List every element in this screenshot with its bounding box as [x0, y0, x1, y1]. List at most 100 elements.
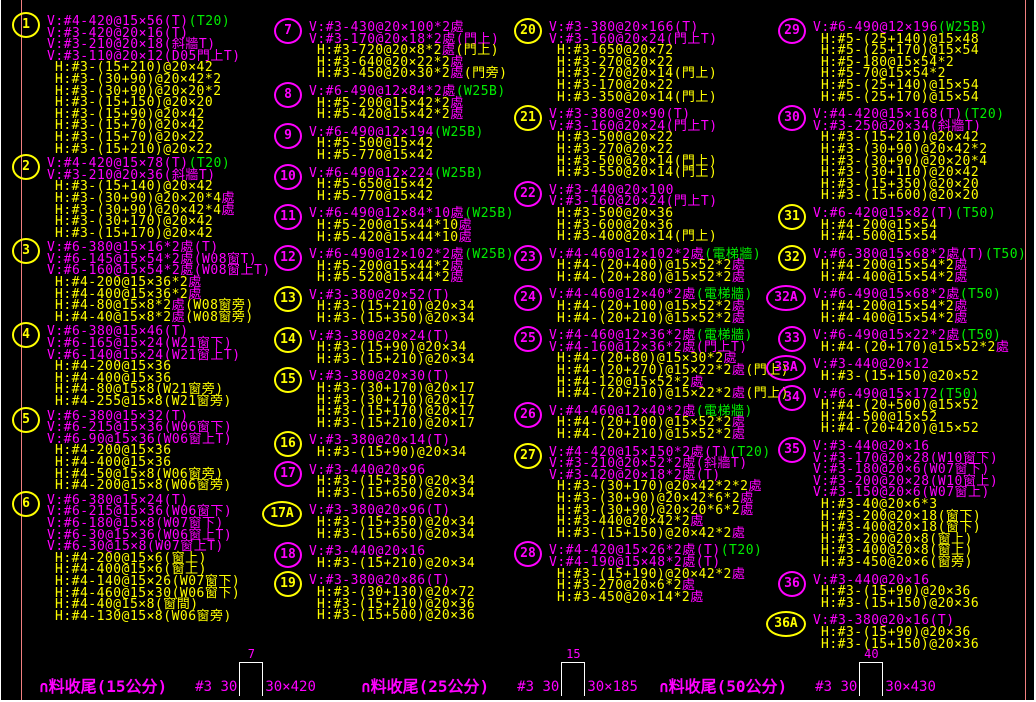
rebar-lines: V:#6-420@15×82(T)(T50)H:#4-200@15×54H:#4… [813, 208, 1036, 243]
rebar-line: H:#5-(25+170)@15×54 [813, 92, 1036, 104]
rebar-text-segment: H:#3-(15+650)@20×34 [317, 486, 475, 501]
item-number-badge: 5 [12, 407, 40, 433]
rebar-text-segment: 處 [450, 270, 464, 285]
rebar-lines: V:#3-440@20×12H:#3-(15+150)@20×52 [813, 359, 1036, 382]
rebar-lines: V:#4-460@12×40*2處(電梯牆)H:#4-(20+100)@15×5… [549, 406, 811, 441]
rebar-text-segment: (W08窗旁) [185, 310, 254, 325]
staple-shape-group: 40 [859, 648, 883, 696]
rebar-text-segment: H:#5-770@15×42 [317, 148, 434, 163]
rebar-lines: V:#4-420@15×26*2處(T)(T20)V:#4-190@15×48*… [549, 545, 811, 603]
staple-shape-icon [239, 662, 263, 696]
rebar-text-segment: 處 [690, 590, 704, 605]
rebar-line: H:#3-(15+210)@20×22 [47, 144, 309, 156]
rebar-item-36: 36V:#3-440@20×16H:#3-(15+90)@20×36H:#3-(… [813, 575, 1036, 610]
item-number-badge: 7 [274, 18, 302, 44]
item-number-badge: 14 [274, 327, 302, 353]
item-number-badge: 20 [514, 18, 542, 44]
rebar-lines: V:#3-440@20×100V:#3-160@20×24(門上T)H:#3-5… [549, 185, 811, 243]
item-number-badge: 13 [274, 286, 302, 312]
rebar-item-33A: 33AV:#3-440@20×12H:#3-(15+150)@20×52 [813, 359, 1036, 382]
rebar-item-30: 30V:#4-420@15×168(T)(T20)V:#3-250@20×34(… [813, 109, 1036, 202]
rebar-item-35: 35V:#3-440@20×16V:#3-170@20×28(W10窗下)V:#… [813, 441, 1036, 569]
legend-size: 30×185 [587, 678, 638, 696]
legend-label: ∩料收尾(25公分) [361, 678, 489, 696]
rebar-line: H:#3-(15+600)@20×20 [813, 190, 1036, 202]
rebar-text-segment: H:#3-(15+150)@20×52 [821, 369, 979, 384]
legend-item-15cm: ∩料收尾(15公分) #3 30 7 30×420 [39, 648, 316, 696]
legend-item-50cm: ∩料收尾(50公分) #3 30 40 30×430 [659, 648, 936, 696]
rebar-text-segment: H:#4-200@15×8(W06窗旁) [55, 478, 232, 493]
rebar-text-segment: H:#4-(20+210)@15×22*2 [557, 386, 732, 401]
rebar-text-segment: H:#5-520@15×44*2 [317, 270, 450, 285]
rebar-text-segment: H:#4-(20+280)@15×52*2 [557, 270, 732, 285]
rebar-text-segment: H:#3-(15+210)@20×17 [317, 416, 475, 431]
item-number-badge: 22 [514, 181, 542, 207]
rebar-lines: V:#6-490@12×194(W25B)H:#5-500@15×42H:#5-… [309, 127, 571, 162]
rebar-lines: V:#4-420@15×150*2處(T)(T20)V:#3-210@20×52… [549, 447, 811, 540]
rebar-text-segment: H:#4-(20+170)@15×52*2 [821, 340, 996, 355]
rebar-text-segment: H:#4-400@15×54*2 [821, 270, 954, 285]
rebar-line: H:#3-450@20×30*2處(門旁) [309, 68, 571, 80]
rebar-line: H:#4-(20+420)@15×52 [813, 423, 1036, 435]
staple-top-dimension: 7 [248, 648, 255, 660]
rebar-item-36A: 36AV:#3-380@20×16(T)H:#3-(15+90)@20×36H:… [813, 615, 1036, 650]
drawing-frame: 1V:#4-420@15×56(T)(T20)V:#3-420@20×16(T)… [0, 0, 1036, 702]
rebar-line: H:#4-(20+210)@15×52*2處 [549, 313, 811, 325]
rebar-text-segment: 處 [450, 66, 464, 81]
rebar-item-4: 4V:#6-380@15×46(T)V:#6-165@15×24(W21窗下)V… [47, 326, 309, 407]
rebar-column-4: 29V:#6-490@12×196(W25B)H:#5-(25+140)@15×… [813, 22, 1036, 656]
rebar-line: H:#3-350@20×14(門上) [549, 92, 811, 104]
item-number-badge: 8 [274, 82, 302, 108]
rebar-text-segment: H:#3-450@20×14*2 [557, 590, 690, 605]
item-number-badge: 3 [12, 238, 40, 264]
item-number-badge: 30 [778, 105, 806, 131]
rebar-item-26: 26V:#4-460@12×40*2處(電梯牆)H:#4-(20+100)@15… [549, 406, 811, 441]
rebar-column-3: 20V:#3-380@20×166(T)V:#3-160@20×24(門上T)H… [549, 22, 811, 609]
rebar-column-1: 1V:#4-420@15×56(T)(T20)V:#3-420@20×16(T)… [47, 16, 309, 625]
frame-inner-line-left [21, 0, 22, 700]
rebar-text-segment: H:#5-420@15×42*2 [317, 107, 450, 122]
staple-shape-icon [561, 662, 585, 696]
rebar-text-segment: H:#5-770@15×42 [317, 189, 434, 204]
rebar-text-segment: H:#4-40@15×8*2 [55, 310, 172, 325]
rebar-lines: V:#6-380@15×46(T)V:#6-165@15×24(W21窗下)V:… [47, 326, 309, 407]
item-number-badge: 26 [514, 402, 542, 428]
item-number-badge: 36 [778, 571, 806, 597]
rebar-line: H:#4-200@15×8(W06窗旁) [47, 480, 309, 492]
rebar-lines: V:#6-490@15×172(T50)H:#4-(20+500)@15×52H… [813, 389, 1036, 435]
rebar-line: H:#3-450@20×14*2處 [549, 592, 811, 604]
rebar-item-34: 34V:#6-490@15×172(T50)H:#4-(20+500)@15×5… [813, 389, 1036, 435]
staple-top-dimension: 15 [566, 648, 580, 660]
rebar-text-segment: H:#3-(15+600)@20×20 [821, 188, 979, 203]
item-number-badge: 6 [12, 491, 40, 517]
rebar-text-segment: H:#3-450@20×30*2 [317, 66, 450, 81]
rebar-text-segment: 處 [732, 363, 746, 378]
rebar-text-segment: H:#3-(15+210)@20×22 [55, 142, 213, 157]
rebar-line: H:#5-420@15×44*10處 [309, 232, 571, 244]
item-number-badge: 23 [514, 245, 542, 271]
rebar-lines: V:#6-490@12×84*10處(W25B)H:#5-200@15×44*1… [309, 208, 571, 243]
rebar-line: H:#3-(15+650)@20×34 [309, 488, 571, 500]
rebar-line: H:#4-40@15×8*2處(W08窗旁) [47, 312, 309, 324]
rebar-text-segment: (T50) [955, 206, 997, 221]
item-number-badge: 2 [12, 154, 40, 180]
rebar-line: H:#3-(15+170)@20×42 [47, 228, 309, 240]
rebar-text-segment: H:#3-(15+210)@20×34 [317, 352, 475, 367]
staple-shape-icon [859, 662, 883, 696]
rebar-item-19: 19V:#3-380@20×86(T)H:#3-(30+130)@20×72H:… [309, 575, 571, 621]
rebar-lines: V:#4-420@15×56(T)(T20)V:#3-420@20×16(T)V… [47, 16, 309, 155]
item-number-badge: 36A [766, 611, 806, 637]
item-number-badge: 12 [274, 245, 302, 271]
rebar-text-segment: 處 [450, 107, 464, 122]
rebar-line: H:#4-(20+210)@15×22*2處(門上) [549, 388, 811, 400]
legend-label: ∩料收尾(50公分) [659, 678, 787, 696]
rebar-text-segment: H:#4-400@15×54*2 [821, 311, 954, 326]
rebar-lines: V:#6-380@15×68*2處(T)(T50)H:#4-200@15×54*… [813, 249, 1036, 284]
rebar-text-segment: H:#3-(15+150)@20×42*2 [557, 526, 732, 541]
rebar-lines: V:#3-440@20×96H:#3-(15+350)@20×34H:#3-(1… [309, 465, 571, 500]
rebar-line: H:#4-130@15×8(W06窗旁) [47, 611, 309, 623]
rebar-item-33: 33V:#6-490@15×22*2處(T50)H:#4-(20+170)@15… [813, 330, 1036, 353]
rebar-item-11: 11V:#6-490@12×84*10處(W25B)H:#5-200@15×44… [309, 208, 571, 243]
rebar-text-segment: 處 [732, 567, 746, 582]
legend-spec: #3 30 [195, 678, 237, 696]
